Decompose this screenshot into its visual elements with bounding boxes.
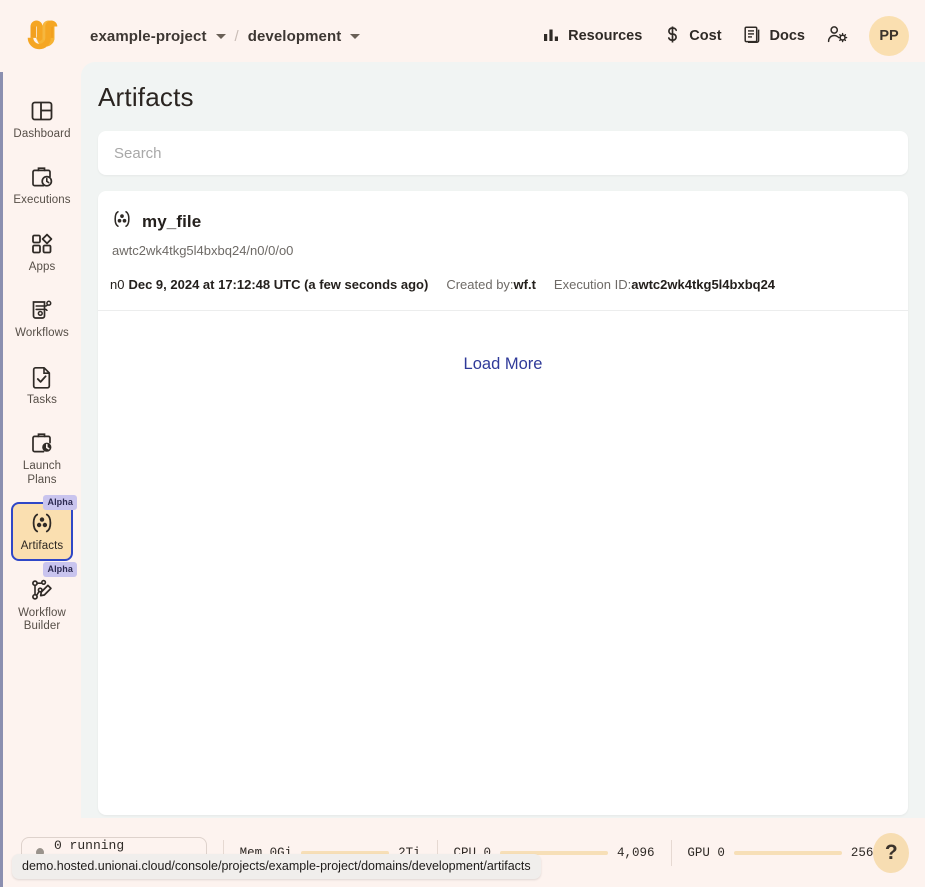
sidebar-item-dashboard[interactable]: Dashboard — [11, 90, 73, 148]
artifact-node-id: n0 — [110, 277, 125, 292]
sidebar-item-label: Tasks — [27, 393, 57, 406]
artifacts-list-card: my_file awtc2wk4tkg5l4bxbq24/n0/0/o0 n0 … — [98, 191, 908, 815]
created-by-label: Created by: — [446, 277, 514, 292]
sidebar-item-label: Dashboard — [13, 128, 71, 140]
artifact-icon — [110, 207, 134, 236]
artifact-header: my_file — [110, 207, 891, 236]
union-logo[interactable] — [18, 12, 66, 60]
artifact-row[interactable]: my_file awtc2wk4tkg5l4bxbq24/n0/0/o0 n0 … — [98, 191, 908, 311]
alpha-badge: Alpha — [43, 495, 77, 511]
sidebar-item-label: Apps — [28, 260, 56, 273]
artifacts-icon — [29, 510, 55, 536]
artifact-created-at-cell: n0 Dec 9, 2024 at 17:12:48 UTC (a few se… — [110, 277, 428, 292]
breadcrumb-separator: / — [234, 27, 239, 45]
load-more-wrap: Load More — [98, 311, 908, 374]
cost-label: Cost — [689, 28, 722, 44]
help-button[interactable]: ? — [873, 832, 910, 873]
created-by-value: wf.t — [513, 277, 536, 292]
top-actions: Resources Cost Docs PP — [532, 16, 925, 56]
sidebar-item-tasks[interactable]: Tasks — [11, 356, 73, 414]
sidebar-item-label: Executions — [13, 194, 71, 207]
load-more-button[interactable]: Load More — [464, 355, 543, 374]
tasks-icon — [29, 364, 55, 390]
gpu-progress-bar — [733, 850, 842, 855]
resources-button[interactable]: Resources — [532, 20, 653, 53]
bar-chart-icon — [543, 26, 560, 47]
page-title: Artifacts — [98, 82, 194, 112]
artifact-uri: awtc2wk4tkg5l4bxbq24/n0/0/o0 — [112, 243, 294, 258]
breadcrumb-project[interactable]: example-project — [90, 28, 207, 45]
sidebar-item-executions[interactable]: Executions — [11, 156, 73, 214]
workflows-icon — [29, 297, 55, 323]
docs-label: Docs — [769, 28, 805, 44]
sidebar-item-workflow-builder[interactable]: Alpha Workflow Builder — [11, 561, 77, 641]
sidebar-item-label: Artifacts — [20, 540, 64, 553]
alpha-badge: Alpha — [43, 561, 77, 577]
resources-label: Resources — [568, 28, 643, 44]
artifact-created-at: Dec 9, 2024 at 17:12:48 UTC (a few secon… — [128, 277, 429, 292]
url-status-tooltip: demo.hosted.unionai.cloud/console/projec… — [12, 854, 541, 879]
resource-gpu: GPU 0 256 — [687, 846, 873, 860]
launch-plans-icon — [29, 430, 55, 456]
project-chevron-down-icon[interactable] — [215, 33, 226, 39]
execution-id-value[interactable]: awtc2wk4tkg5l4bxbq24 — [631, 277, 775, 292]
artifact-execution-id-cell: Execution ID: awtc2wk4tkg5l4bxbq24 — [554, 277, 775, 292]
user-settings-button[interactable] — [816, 19, 859, 54]
executions-icon — [29, 164, 55, 190]
status-divider — [670, 839, 672, 866]
dashboard-icon — [29, 98, 55, 124]
apps-icon — [29, 231, 55, 257]
avatar[interactable]: PP — [869, 16, 909, 56]
main-panel: Artifacts my_file awtc2wk4tkg5l4bxbq24/n… — [81, 62, 925, 818]
sidebar: Dashboard Executions Apps Workflows Task… — [3, 72, 81, 818]
search-input[interactable] — [98, 144, 908, 162]
workflow-builder-icon — [29, 577, 55, 603]
docs-icon — [743, 25, 762, 48]
search-box[interactable] — [98, 131, 908, 175]
gpu-max: 256 — [850, 845, 874, 860]
sidebar-item-apps[interactable]: Apps — [11, 223, 73, 281]
cpu-max: 4,096 — [617, 845, 655, 860]
artifact-name[interactable]: my_file — [142, 212, 201, 232]
gpu-label: GPU 0 — [687, 845, 725, 860]
sidebar-item-label: Launch Plans — [22, 460, 62, 486]
sidebar-item-label: Workflows — [15, 327, 69, 340]
docs-button[interactable]: Docs — [733, 19, 816, 54]
sidebar-item-workflows[interactable]: Workflows — [11, 289, 73, 347]
artifact-created-by-cell: Created by: wf.t — [446, 277, 536, 292]
artifact-meta: n0 Dec 9, 2024 at 17:12:48 UTC (a few se… — [110, 277, 891, 292]
breadcrumb: example-project / development — [90, 27, 361, 45]
execution-id-label: Execution ID: — [553, 277, 632, 292]
breadcrumb-domain[interactable]: development — [248, 28, 342, 45]
cost-button[interactable]: Cost — [653, 19, 732, 54]
dollar-sign-icon — [664, 25, 681, 48]
user-settings-icon — [827, 25, 848, 48]
sidebar-item-artifacts[interactable]: Alpha Artifacts — [11, 495, 77, 561]
sidebar-item-label: Workflow Builder — [18, 606, 66, 633]
domain-chevron-down-icon[interactable] — [350, 33, 361, 39]
sidebar-item-launch-plans[interactable]: Launch Plans — [11, 422, 73, 494]
